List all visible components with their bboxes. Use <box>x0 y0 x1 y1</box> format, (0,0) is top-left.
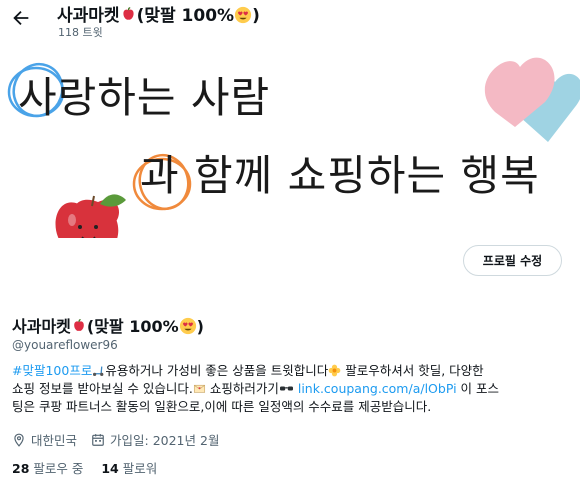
followers-link[interactable]: 14 팔로워 <box>101 461 157 476</box>
location-text: 대한민국 <box>31 433 78 448</box>
scooter-emoji-icon <box>93 366 104 377</box>
apple-emoji-icon <box>122 7 134 20</box>
following-count: 28 <box>12 461 30 476</box>
hearts-illustration <box>484 57 580 142</box>
followers-count: 14 <box>101 461 119 476</box>
following-link[interactable]: 28 팔로우 중 <box>12 461 83 476</box>
bio-part3: 쇼핑 정보를 받아보실 수 있습니다. <box>12 381 193 396</box>
follow-stats: 28 팔로우 중 14 팔로워 <box>12 458 171 477</box>
profile-meta: 대한민국 가입일: 2021년 2월 <box>12 430 233 449</box>
heart-eyes-emoji-icon <box>179 317 196 335</box>
flower-emoji-icon <box>328 364 341 377</box>
joined-text: 가입일: 2021년 2월 <box>110 433 220 448</box>
banner-text-line1: 사랑하는 사람 <box>18 73 271 122</box>
bio-part2: 팔로우하셔서 핫딜, 다양한 <box>341 363 484 378</box>
bio-link[interactable]: link.coupang.com/a/lObPi <box>298 381 457 396</box>
edit-profile-button[interactable]: 프로필 수정 <box>463 245 562 276</box>
title-end: ) <box>252 6 260 26</box>
title-suffix: (맞팔 100% <box>136 6 235 26</box>
profile-bio: #맞팔100프로 유용하거나 가성비 좋은 상품을 트윗합니다 팔로우하셔서 핫딜… <box>12 362 572 416</box>
bio-hashtag[interactable]: #맞팔100프로 <box>12 363 92 378</box>
tweet-count: 118 트윗 <box>58 26 103 39</box>
arrow-left-icon[interactable] <box>10 7 32 29</box>
calendar-icon <box>92 433 104 446</box>
apple-emoji-icon <box>74 319 84 331</box>
name-suffix: (맞팔 100% <box>86 317 179 336</box>
banner-text-line2: 과 함께 쇼핑하는 행복 <box>140 151 540 200</box>
joined-item: 가입일: 2021년 2월 <box>91 430 219 449</box>
heart-eyes-emoji-icon <box>234 6 252 24</box>
bio-part1: 유용하거나 가성비 좋은 상품을 트윗합니다 <box>105 363 329 378</box>
following-label: 팔로우 중 <box>33 461 84 476</box>
bio-part5: 이 포스 <box>456 381 500 396</box>
profile-handle: @youareflower96 <box>12 338 118 352</box>
love-letter-emoji-icon <box>193 384 205 393</box>
location-item: 대한민국 <box>12 430 77 449</box>
top-bar: 사과마켓 (맞팔 100%) 118 트윗 <box>0 0 580 42</box>
profile-banner[interactable]: 사랑하는 사람 과 함께 쇼핑하는 행복 <box>0 42 580 238</box>
location-pin-icon <box>14 433 24 447</box>
page-title: 사과마켓 (맞팔 100%) <box>57 1 260 26</box>
bio-part6: 팅은 쿠팡 파트너스 활동의 일환으로,이에 따른 일정액의 수수료를 제공받습… <box>12 399 432 414</box>
name-end: ) <box>196 317 204 336</box>
profile-name: 사과마켓 (맞팔 100%) <box>12 313 204 337</box>
bio-part4: 쇼핑하러가기 <box>205 381 279 396</box>
followers-label: 팔로워 <box>122 461 158 476</box>
sunglasses-emoji-icon <box>279 386 293 391</box>
apple-illustration <box>55 194 126 238</box>
title-text: 사과마켓 <box>57 6 120 26</box>
name-text: 사과마켓 <box>12 317 71 336</box>
